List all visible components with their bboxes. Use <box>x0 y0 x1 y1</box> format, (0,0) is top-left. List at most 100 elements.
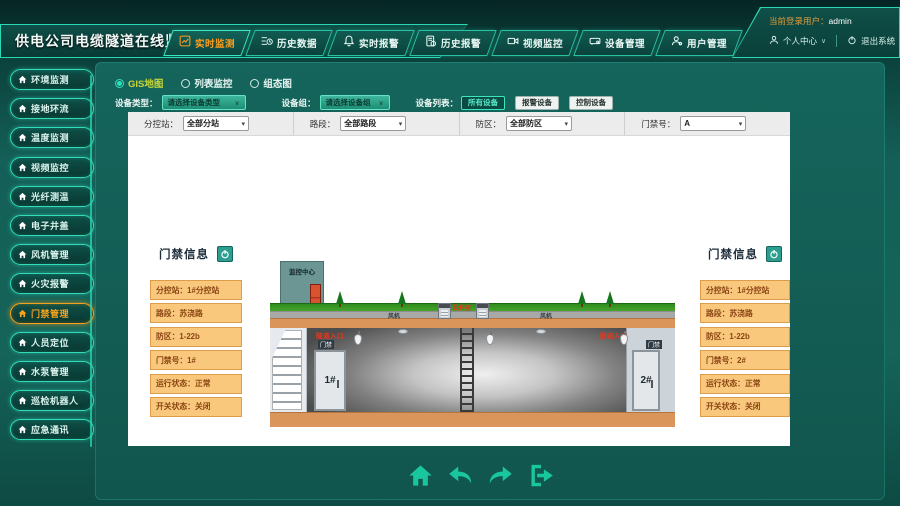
ceiling-light <box>398 329 408 334</box>
door-power-button[interactable] <box>217 246 233 262</box>
sidebar-scrollbar[interactable] <box>90 75 92 447</box>
sidebar-item-temperature[interactable]: 温度监测 <box>10 127 94 148</box>
sidebar-item-access-control[interactable]: 门禁管理 <box>10 303 94 324</box>
power-icon <box>847 35 857 47</box>
panel-title: 门禁信息 <box>159 246 209 262</box>
redo-button[interactable] <box>487 462 514 489</box>
filter-door-number: 门禁号： A <box>625 112 790 135</box>
info-row: 路段：苏浇路 <box>150 303 242 323</box>
filter-defense-zone: 防区： 全部防区 <box>460 112 626 135</box>
sidebar: 环境监测 接地环流 温度监测 视频监控 光纤测温 电子井盖 风机管理 火灾报警 … <box>10 69 94 448</box>
ceiling-light <box>536 329 546 334</box>
history-data-icon <box>261 34 273 52</box>
sidebar-item-ground-current[interactable]: 接地环流 <box>10 98 94 119</box>
app-root: 供电公司电缆隧道在线监测系统 实时监测 历史数据 实时报警 <box>0 0 900 506</box>
substation-select[interactable]: 全部分站 <box>183 116 249 131</box>
access-info-panel-left: 门禁信息 分控站：1#分控站 路段：苏浇路 防区：1-22b 门禁号：1# 运行… <box>150 244 242 420</box>
history-alarm-icon <box>425 34 437 52</box>
alarm-bell-icon <box>343 34 355 52</box>
info-row: 门禁号：1# <box>150 350 242 370</box>
tree-icon <box>336 291 344 304</box>
tab-realtime-alarm[interactable]: 实时报警 <box>327 30 414 56</box>
access-door-1[interactable]: 1# <box>314 350 346 411</box>
exit-button[interactable] <box>527 462 554 489</box>
tunnel-ceiling <box>270 318 675 328</box>
info-row: 门禁号：2# <box>700 350 790 370</box>
sidebar-item-pump[interactable]: 水泵管理 <box>10 361 94 382</box>
ladder <box>460 328 474 412</box>
sidebar-item-emergency[interactable]: 应急通讯 <box>10 419 94 440</box>
tree-icon <box>578 291 586 304</box>
building-label: 监控中心 <box>281 266 323 276</box>
hatch-right <box>476 303 489 319</box>
home-icon <box>18 75 27 84</box>
realtime-chart-icon <box>179 34 191 52</box>
main-content: GIS地图 列表监控 组态图 设备类型： 请选择设备类型 设备组： 请选择设备组… <box>95 62 885 500</box>
info-row: 分控站：1#分控站 <box>150 280 242 300</box>
tunnel-left-wall <box>270 328 307 412</box>
profile-link[interactable]: 个人中心 <box>783 35 817 47</box>
header: 供电公司电缆隧道在线监测系统 实时监测 历史数据 实时报警 <box>0 0 900 60</box>
info-row: 防区：1-22b <box>150 327 242 347</box>
filter-substation: 分控站： 全部分站 <box>128 112 294 135</box>
tree-icon <box>398 291 406 304</box>
tab-device-management[interactable]: 设备管理 <box>573 30 660 56</box>
fan-label-left: 风机 <box>388 311 400 320</box>
radio-scada-view[interactable]: 组态图 <box>250 76 292 90</box>
radio-icon <box>250 79 259 88</box>
access-door-2[interactable]: 2# <box>632 350 660 411</box>
control-devices-button[interactable]: 控制设备 <box>569 96 613 110</box>
sidebar-item-fiber-temp[interactable]: 光纤测温 <box>10 186 94 207</box>
info-row: 分控站：1#分控站 <box>700 280 790 300</box>
tab-video-monitor[interactable]: 视频监控 <box>491 30 578 56</box>
device-toolbar: 设备类型： 请选择设备类型 设备组： 请选择设备组 设备列表： 所有设备 报警设… <box>115 95 613 110</box>
info-row: 防区：1-22b <box>700 327 790 347</box>
main-tabs: 实时监测 历史数据 实时报警 历史报警 <box>168 30 738 56</box>
radio-icon <box>181 79 190 88</box>
feed-room-label: 投料室 <box>450 303 474 312</box>
video-camera-icon <box>507 34 519 52</box>
radio-icon <box>115 79 124 88</box>
chevron-down-icon: ∨ <box>821 37 826 45</box>
defense-zone-select[interactable]: 全部防区 <box>506 116 572 131</box>
sidebar-item-fan[interactable]: 风机管理 <box>10 244 94 265</box>
device-type-dropdown[interactable]: 请选择设备类型 <box>162 95 246 110</box>
device-group-dropdown[interactable]: 请选择设备组 <box>320 95 390 110</box>
logout-link[interactable]: 退出系统 <box>861 35 895 47</box>
panel-title: 门禁信息 <box>708 246 758 262</box>
user-box: 当前登录用户：admin 个人中心 ∨ 退出系统 <box>732 7 900 58</box>
view-mode-switch: GIS地图 列表监控 组态图 <box>115 76 292 90</box>
sidebar-item-manhole[interactable]: 电子井盖 <box>10 215 94 236</box>
undo-button[interactable] <box>447 462 474 489</box>
sidebar-item-fire-alarm[interactable]: 火灾报警 <box>10 273 94 294</box>
stairs <box>272 330 302 410</box>
all-devices-button[interactable]: 所有设备 <box>461 96 505 110</box>
monitor-canvas: 门禁信息 分控站：1#分控站 路段：苏浇路 防区：1-22b 门禁号：1# 运行… <box>128 136 790 445</box>
tunnel-floor <box>270 412 675 427</box>
alarm-devices-button[interactable]: 报警设备 <box>515 96 559 110</box>
door-tag-left: 门禁 <box>318 340 334 349</box>
home-icon <box>18 104 27 113</box>
road-section-select[interactable]: 全部路段 <box>340 116 406 131</box>
home-icon <box>18 192 27 201</box>
radio-list-monitor[interactable]: 列表监控 <box>181 76 232 90</box>
home-icon <box>18 396 27 405</box>
tab-history-data[interactable]: 历史数据 <box>245 30 332 56</box>
bottom-nav <box>407 462 554 489</box>
sidebar-item-personnel[interactable]: 人员定位 <box>10 332 94 353</box>
door-number-select[interactable]: A <box>680 116 746 131</box>
radio-gis-map[interactable]: GIS地图 <box>115 76 163 90</box>
tab-realtime-monitor[interactable]: 实时监测 <box>163 30 250 56</box>
user-icon <box>671 34 683 52</box>
tab-user-management[interactable]: 用户管理 <box>655 30 742 56</box>
sidebar-item-environment[interactable]: 环境监测 <box>10 69 94 90</box>
home-icon <box>18 425 27 434</box>
sidebar-item-robot[interactable]: 巡检机器人 <box>10 390 94 411</box>
tab-history-alarm[interactable]: 历史报警 <box>409 30 496 56</box>
door-power-button[interactable] <box>766 246 782 262</box>
info-row: 开关状态：关闭 <box>150 397 242 417</box>
home-button[interactable] <box>407 462 434 489</box>
sidebar-item-video[interactable]: 视频监控 <box>10 157 94 178</box>
home-icon <box>18 279 27 288</box>
home-icon <box>18 133 27 142</box>
